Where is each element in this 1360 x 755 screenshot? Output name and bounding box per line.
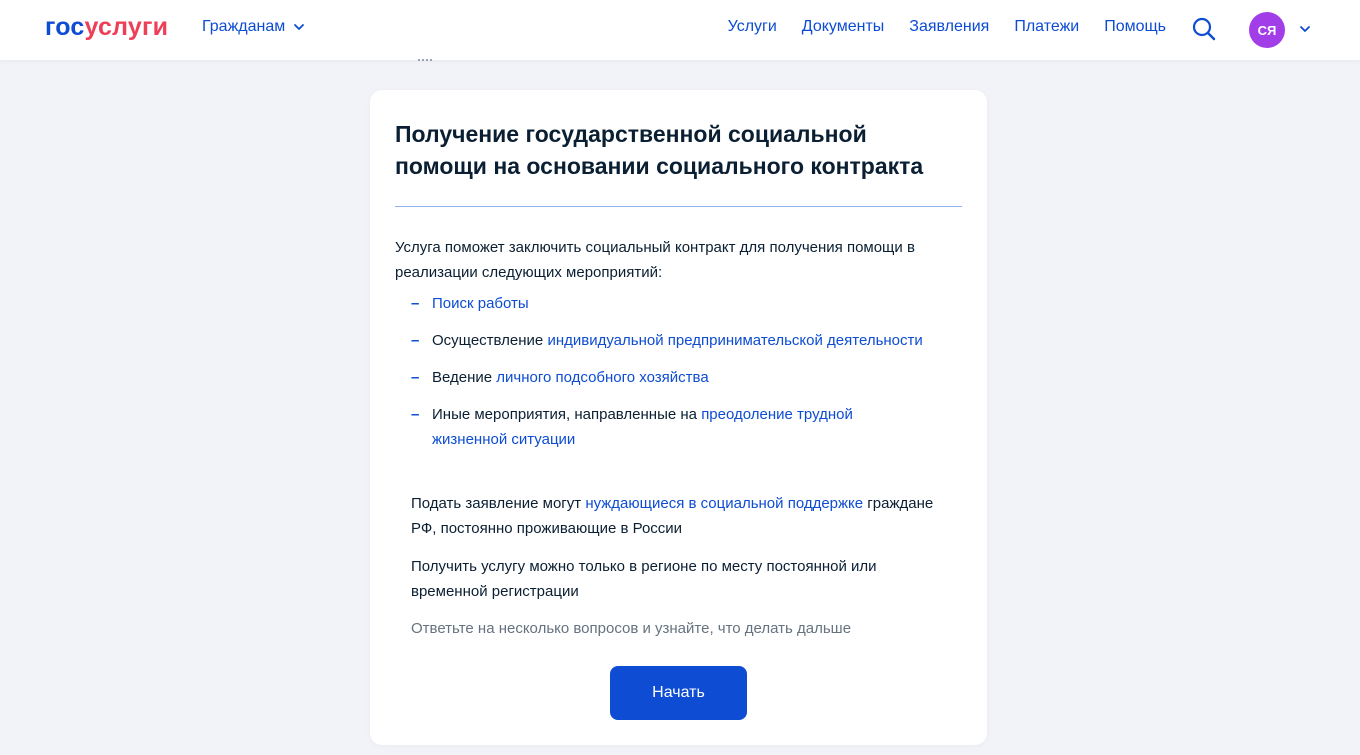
search-icon[interactable] [1191, 16, 1217, 42]
main-nav: Услуги Документы Заявления Платежи Помощ… [728, 18, 1166, 36]
title-divider [395, 206, 962, 207]
list-item: Иные мероприятия, направленные на преодо… [411, 402, 931, 452]
eligibility-text: Подать заявление могут нуждающиеся в соц… [411, 491, 951, 541]
item-link-entrepreneurship[interactable]: индивидуальной предпринимательской деяте… [547, 332, 922, 349]
service-intro: Услуга поможет заключить социальный конт… [395, 239, 915, 281]
logo-part-gos: гос [45, 13, 85, 41]
nav-services[interactable]: Услуги [728, 18, 777, 36]
nav-documents[interactable]: Документы [802, 18, 884, 36]
item-prefix: Ведение [432, 369, 497, 386]
list-item: Осуществление индивидуальной предпринима… [411, 328, 931, 353]
top-header: госуслуги Гражданам Услуги Документы Зая… [0, 0, 1360, 60]
hint-text: Ответьте на несколько вопросов и узнайте… [411, 620, 852, 637]
chevron-down-icon[interactable] [1299, 23, 1311, 35]
item-prefix: Осуществление [432, 332, 548, 349]
start-button[interactable]: Начать [610, 666, 747, 720]
item-link-job-search[interactable]: Поиск работы [432, 295, 529, 312]
service-card: Получение государственной социальной пом… [370, 90, 987, 745]
audience-selector[interactable]: Гражданам [202, 18, 305, 36]
breadcrumb-fragment [418, 57, 432, 61]
item-prefix: Иные мероприятия, направленные на [432, 406, 702, 423]
item-link-household-farming[interactable]: личного подсобного хозяйства [496, 369, 708, 386]
eligibility-prefix: Подать заявление могут [411, 495, 586, 512]
nav-applications[interactable]: Заявления [909, 18, 989, 36]
eligibility-link[interactable]: нуждающиеся в социальной поддержке [585, 495, 863, 512]
list-item: Поиск работы [411, 291, 931, 316]
gosuslugi-logo[interactable]: госуслуги [45, 12, 168, 42]
logo-part-uslugi: услуги [84, 13, 169, 41]
audience-label: Гражданам [202, 18, 286, 35]
nav-payments[interactable]: Платежи [1014, 18, 1079, 36]
page-title: Получение государственной социальной пом… [395, 121, 924, 179]
list-item: Ведение личного подсобного хозяйства [411, 365, 931, 390]
chevron-down-icon [294, 24, 305, 30]
nav-help[interactable]: Помощь [1104, 18, 1166, 36]
user-avatar[interactable]: СЯ [1249, 12, 1285, 48]
activity-list: Поиск работы Осуществление индивидуально… [411, 291, 931, 464]
region-note: Получить услугу можно только в регионе п… [411, 558, 877, 600]
